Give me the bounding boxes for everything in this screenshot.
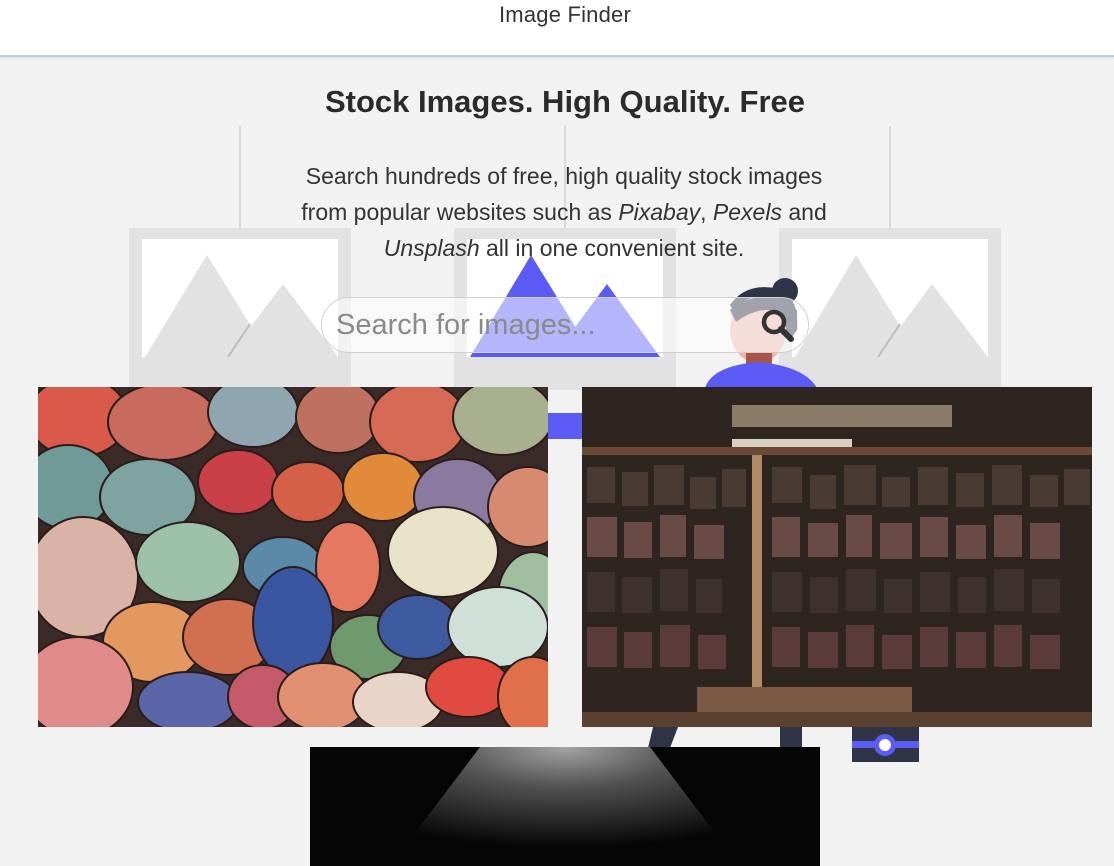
hero-headline: Stock Images. High Quality. Free [324,84,806,119]
app-title: Image Finder [498,2,631,27]
top-bar: Image Finder [0,0,1114,57]
search-bar [321,297,809,353]
hero-line2-prefix: from popular websites such as [301,199,619,225]
hero-sep: , [700,199,713,225]
image-card-pebbles[interactable] [38,387,548,727]
search-button[interactable] [758,306,798,344]
letterpress-image [582,387,1092,727]
search-input[interactable] [334,304,738,346]
image-card-letterpress[interactable] [582,387,1092,727]
hero-line2-suffix: and [781,199,827,225]
hero-line3-suffix: all in one convenient site. [479,235,745,261]
search-icon [761,309,794,342]
site-unsplash: Unsplash [383,235,480,261]
hero-line1: Search hundreds of free, high quality st… [305,163,823,189]
pebbles-image [38,387,548,727]
site-pexels: Pexels [712,199,782,225]
image-card-spotlight[interactable] [310,747,820,866]
hero-description: Search hundreds of free, high quality st… [290,158,838,266]
spotlight-image [310,747,820,866]
site-pixabay: Pixabay [618,199,701,225]
